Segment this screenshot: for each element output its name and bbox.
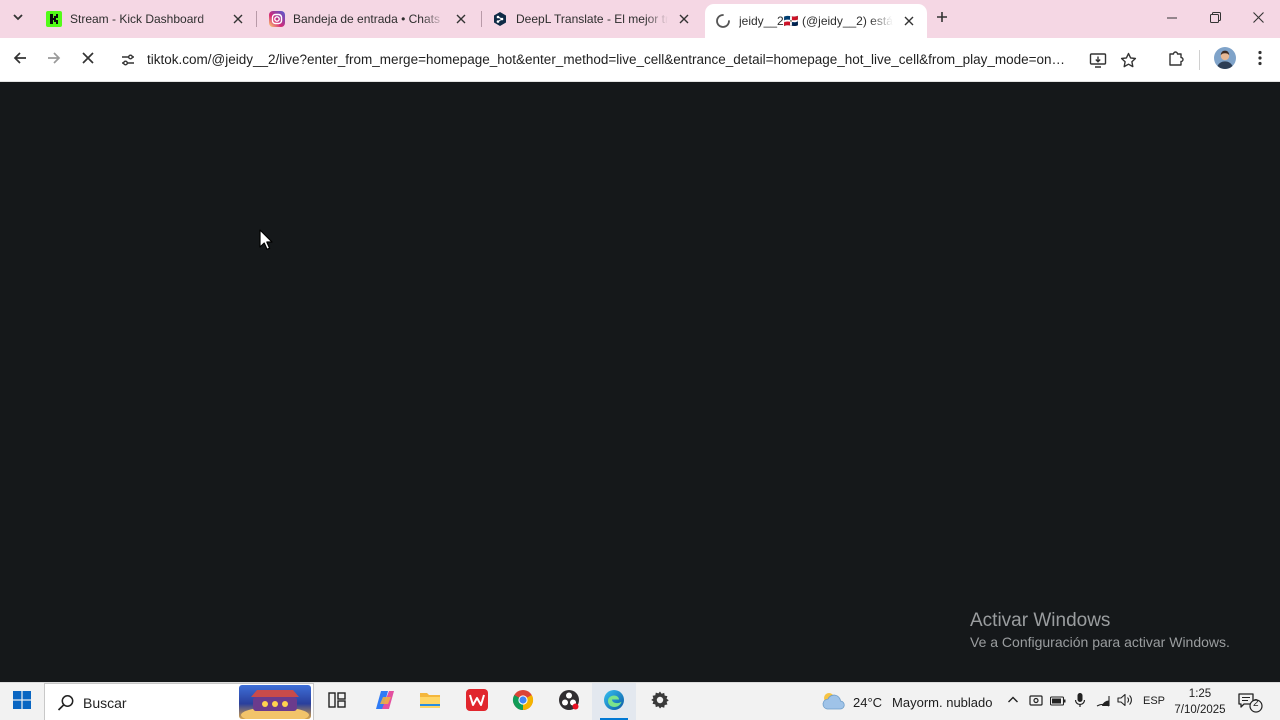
deepl-icon: [492, 11, 508, 27]
forward-button[interactable]: [40, 46, 68, 74]
more-vertical-icon: [1258, 50, 1262, 71]
taskbar-edge[interactable]: [592, 683, 636, 720]
arrow-right-icon: [46, 50, 62, 71]
windows-logo-icon: [13, 690, 31, 714]
input-language[interactable]: ESP: [1143, 695, 1165, 707]
close-window-button[interactable]: [1236, 0, 1280, 38]
close-icon[interactable]: [230, 11, 246, 27]
bookmark-star-icon[interactable]: [1116, 48, 1140, 72]
windows-taskbar: Buscar 24°C Mayorm. nublado ESP 1:25 7/1…: [0, 682, 1280, 720]
address-bar[interactable]: tiktok.com/@jeidy__2/live?enter_from_mer…: [112, 44, 1147, 76]
search-placeholder: Buscar: [83, 695, 127, 711]
mouse-cursor-icon: [259, 229, 273, 251]
tray-battery[interactable]: [1048, 692, 1068, 712]
profile-button[interactable]: [1211, 46, 1239, 74]
close-icon: [82, 51, 94, 69]
install-app-icon[interactable]: [1086, 48, 1110, 72]
tray-meet-now[interactable]: [1026, 692, 1046, 712]
new-tab-button[interactable]: [930, 7, 954, 31]
minimize-icon: [1167, 10, 1177, 28]
instagram-icon: [269, 11, 285, 27]
close-icon[interactable]: [453, 11, 469, 27]
avatar: [1214, 46, 1236, 74]
tab-separator: [256, 11, 257, 27]
browser-menu-button[interactable]: [1246, 46, 1274, 74]
tab-title: Bandeja de entrada • Chats: [293, 12, 440, 26]
close-icon[interactable]: [901, 13, 917, 29]
restore-icon: [1209, 10, 1221, 28]
tab-deepl[interactable]: DeepL Translate - El mejor traductor: [482, 0, 702, 38]
camera-icon: [1029, 693, 1043, 712]
obs-studio-icon: [558, 689, 580, 716]
browser-toolbar: tiktok.com/@jeidy__2/live?enter_from_mer…: [0, 38, 1280, 82]
watermark-subtitle: Ve a Configuración para activar Windows.: [970, 634, 1230, 650]
arrow-left-icon: [12, 50, 28, 71]
close-icon: [1252, 10, 1264, 28]
notification-icon: [1238, 693, 1263, 713]
file-explorer-icon: [419, 690, 441, 715]
start-button[interactable]: [0, 683, 44, 720]
tray-microphone[interactable]: [1070, 692, 1090, 712]
taskbar-file-explorer[interactable]: [408, 683, 452, 720]
clock-date: 7/10/2025: [1174, 704, 1226, 716]
back-button[interactable]: [6, 46, 34, 74]
chevron-down-icon: [12, 10, 24, 28]
tab-title: DeepL Translate - El mejor traductor: [516, 12, 668, 26]
wps-office-icon: [466, 688, 488, 716]
search-highlight-image[interactable]: [239, 685, 311, 719]
notification-center-button[interactable]: 2: [1236, 690, 1264, 714]
restore-button[interactable]: [1193, 0, 1237, 38]
kick-icon: [46, 11, 62, 27]
site-info-icon[interactable]: [118, 50, 138, 70]
taskbar-clock[interactable]: 1:25 7/10/2025: [1172, 686, 1228, 718]
url-text[interactable]: tiktok.com/@jeidy__2/live?enter_from_mer…: [147, 52, 1072, 67]
taskbar-obs-studio[interactable]: [547, 683, 591, 720]
wifi-icon: [1095, 693, 1111, 712]
puzzle-icon: [1167, 49, 1185, 72]
tray-overflow-button[interactable]: [1003, 692, 1023, 712]
plus-icon: [936, 10, 948, 28]
taskbar-task-view[interactable]: [315, 683, 359, 720]
taskbar-chrome[interactable]: [501, 683, 545, 720]
extensions-button[interactable]: [1162, 46, 1190, 74]
toolbar-divider: [1199, 50, 1200, 70]
taskbar-settings[interactable]: [638, 683, 682, 720]
task-view-icon: [327, 690, 347, 715]
taskbar-weather[interactable]: 24°C Mayorm. nublado: [820, 683, 993, 720]
minimize-button[interactable]: [1150, 0, 1194, 38]
close-icon[interactable]: [676, 11, 692, 27]
taskbar-search-box[interactable]: Buscar: [44, 683, 314, 720]
chevron-up-icon: [1007, 693, 1019, 711]
weather-description: Mayorm. nublado: [892, 694, 993, 710]
page-content[interactable]: Activar Windows Ve a Configuración para …: [0, 82, 1280, 682]
tab-search-button[interactable]: [6, 7, 30, 31]
tab-strip: Stream - Kick Dashboard Bandeja de entra…: [0, 0, 1280, 38]
windows-activation-watermark: Activar Windows Ve a Configuración para …: [970, 609, 1230, 651]
stop-loading-button[interactable]: [74, 46, 102, 74]
settings-icon: [650, 690, 670, 715]
tray-wifi[interactable]: [1093, 692, 1113, 712]
clock-time: 1:25: [1188, 688, 1212, 700]
weather-temperature: 24°C: [853, 694, 883, 710]
tab-title: Stream - Kick Dashboard: [70, 12, 205, 26]
volume-icon: [1117, 693, 1133, 712]
watermark-title: Activar Windows: [970, 610, 1111, 631]
microphone-icon: [1074, 692, 1086, 713]
edge-icon: [603, 689, 625, 716]
chrome-icon: [512, 689, 534, 716]
partly-cloudy-icon: [820, 691, 846, 714]
notification-count-badge: 2: [1253, 698, 1259, 709]
tab-tiktok-live[interactable]: jeidy__2🇩🇴 (@jeidy__2) está emitiendo: [705, 4, 927, 38]
tab-instagram[interactable]: Bandeja de entrada • Chats: [259, 0, 479, 38]
loading-spinner-icon: [715, 13, 731, 29]
search-icon: [57, 694, 75, 712]
copilot-icon: [374, 689, 396, 716]
battery-icon: [1049, 693, 1066, 711]
taskbar-copilot[interactable]: [363, 683, 407, 720]
tray-volume[interactable]: [1115, 692, 1135, 712]
taskbar-wps-office[interactable]: [455, 683, 499, 720]
tab-title: jeidy__2🇩🇴 (@jeidy__2) está emitiendo: [739, 14, 893, 28]
tab-kick[interactable]: Stream - Kick Dashboard: [36, 0, 256, 38]
